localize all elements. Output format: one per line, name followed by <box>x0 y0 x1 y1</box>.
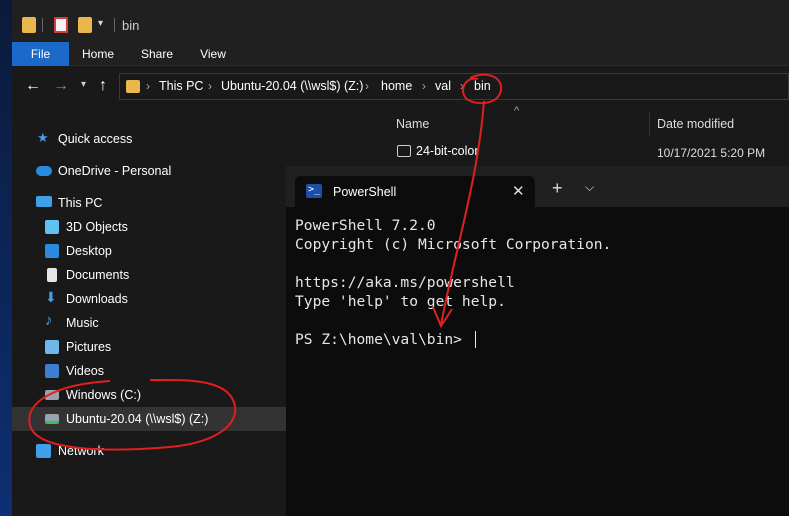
title-bar: ▾ bin <box>12 0 789 42</box>
cube-icon <box>45 220 59 234</box>
nav-item-label: Desktop <box>66 244 112 258</box>
nav-item-label: Network <box>58 444 104 458</box>
back-button[interactable]: ← <box>25 77 41 95</box>
tab-share[interactable]: Share <box>136 42 178 66</box>
folder-icon <box>22 17 36 33</box>
terminal-line: Copyright (c) Microsoft Corporation. <box>295 236 612 253</box>
column-header-name[interactable]: Name <box>396 117 429 131</box>
divider <box>114 18 115 32</box>
tab-powershell[interactable]: >_ PowerShell ✕ <box>295 176 535 207</box>
breadcrumb-val[interactable]: val <box>435 79 451 93</box>
nav-item-label: Documents <box>66 268 130 282</box>
prompt-glyph: >_ <box>308 184 321 195</box>
tab-file[interactable]: File <box>12 42 69 66</box>
tab-view[interactable]: View <box>196 42 230 66</box>
nav-item-label: This PC <box>58 196 103 210</box>
nav-item-music[interactable]: ♪ Music <box>12 311 286 335</box>
breadcrumb-ubuntu-drive[interactable]: Ubuntu-20.04 (\\wsl$) (Z:) <box>221 79 363 93</box>
text-cursor <box>475 331 476 348</box>
nav-item-quick-access[interactable]: ★ Quick access <box>12 127 286 151</box>
address-bar-row: ← → ▾ ↑ › This PC › Ubuntu-20.04 (\\wsl$… <box>12 66 789 108</box>
folder-icon <box>126 80 140 93</box>
tab-home[interactable]: Home <box>78 42 118 66</box>
nav-item-label: Ubuntu-20.04 (\\wsl$) (Z:) <box>66 412 209 426</box>
nav-item-label: OneDrive - Personal <box>58 164 172 178</box>
nav-item-label: Windows (C:) <box>66 388 142 402</box>
desktop-icon <box>45 244 59 258</box>
chevron-right-icon[interactable]: › <box>422 79 426 93</box>
file-date-modified: 10/17/2021 5:20 PM <box>657 146 766 160</box>
nav-item-windows-c[interactable]: Windows (C:) <box>12 383 286 407</box>
terminal-prompt[interactable]: PS Z:\home\val\bin> <box>295 331 471 348</box>
address-bar[interactable]: › This PC › Ubuntu-20.04 (\\wsl$) (Z:) ›… <box>119 73 789 100</box>
computer-icon <box>36 196 52 207</box>
new-tab-button[interactable]: + <box>552 178 563 199</box>
nav-item-ubuntu-drive[interactable]: Ubuntu-20.04 (\\wsl$) (Z:) <box>12 407 286 431</box>
file-name[interactable]: 24-bit-color <box>416 144 479 158</box>
terminal-line: PowerShell 7.2.0 <box>295 217 436 234</box>
nav-item-label: 3D Objects <box>66 220 128 234</box>
chevron-right-icon[interactable]: › <box>365 79 369 93</box>
nav-item-videos[interactable]: Videos <box>12 359 286 383</box>
column-divider[interactable] <box>649 112 650 136</box>
sort-ascending-icon: ^ <box>514 105 520 117</box>
breadcrumb-home[interactable]: home <box>381 79 412 93</box>
nav-item-label: Pictures <box>66 340 112 354</box>
tab-label: PowerShell <box>333 185 397 199</box>
terminal-window: >_ PowerShell ✕ + ⌵ PowerShell 7.2.0 Cop… <box>286 166 789 516</box>
properties-icon[interactable] <box>54 17 68 33</box>
terminal-line: https://aka.ms/powershell <box>295 274 515 291</box>
cloud-icon <box>36 166 52 176</box>
star-icon: ★ <box>37 130 49 145</box>
chevron-right-icon[interactable]: › <box>146 79 150 93</box>
terminal-tab-strip: >_ PowerShell ✕ + ⌵ <box>286 166 789 207</box>
file-list: ^ Name Date modified 24-bit-color 10/17/… <box>378 105 789 168</box>
nav-item-onedrive[interactable]: OneDrive - Personal <box>12 159 286 183</box>
nav-item-3d-objects[interactable]: 3D Objects <box>12 215 286 239</box>
forward-button[interactable]: → <box>53 77 69 95</box>
pictures-icon <box>45 340 59 354</box>
breadcrumb-bin[interactable]: bin <box>474 79 491 93</box>
ribbon-tabs: File Home Share View <box>12 42 789 66</box>
terminal-line: Type 'help' to get help. <box>295 293 506 310</box>
customize-quick-access-dropdown[interactable]: ▾ <box>98 18 103 29</box>
divider <box>42 18 43 32</box>
download-icon: ⬇ <box>45 289 57 305</box>
nav-item-label: Videos <box>66 364 104 378</box>
videos-icon <box>45 364 59 378</box>
new-folder-icon[interactable] <box>78 17 92 33</box>
nav-item-documents[interactable]: Documents <box>12 263 286 287</box>
window-title: bin <box>122 18 140 33</box>
nav-item-label: Downloads <box>66 292 128 306</box>
column-header-date-modified[interactable]: Date modified <box>657 117 734 131</box>
network-icon <box>36 444 51 458</box>
close-tab-button[interactable]: ✕ <box>512 182 525 200</box>
nav-item-network[interactable]: Network <box>12 439 286 463</box>
nav-item-desktop[interactable]: Desktop <box>12 239 286 263</box>
profiles-dropdown-button[interactable]: ⌵ <box>585 180 594 195</box>
nav-item-pictures[interactable]: Pictures <box>12 335 286 359</box>
breadcrumb-this-pc[interactable]: This PC <box>159 79 203 93</box>
up-button[interactable]: ↑ <box>99 77 107 95</box>
nav-item-label: Quick access <box>58 132 133 146</box>
document-icon <box>47 268 57 282</box>
nav-item-this-pc[interactable]: This PC <box>12 191 286 215</box>
file-icon <box>397 145 411 157</box>
recent-locations-button[interactable]: ▾ <box>81 79 86 90</box>
chevron-right-icon[interactable]: › <box>208 79 212 93</box>
nav-item-label: Music <box>66 316 99 330</box>
navigation-pane: ★ Quick access OneDrive - Personal This … <box>12 108 286 516</box>
drive-icon <box>45 390 59 400</box>
music-icon: ♪ <box>45 312 53 329</box>
network-drive-icon <box>45 414 59 424</box>
nav-item-downloads[interactable]: ⬇ Downloads <box>12 287 286 311</box>
chevron-right-icon[interactable]: › <box>460 79 464 93</box>
